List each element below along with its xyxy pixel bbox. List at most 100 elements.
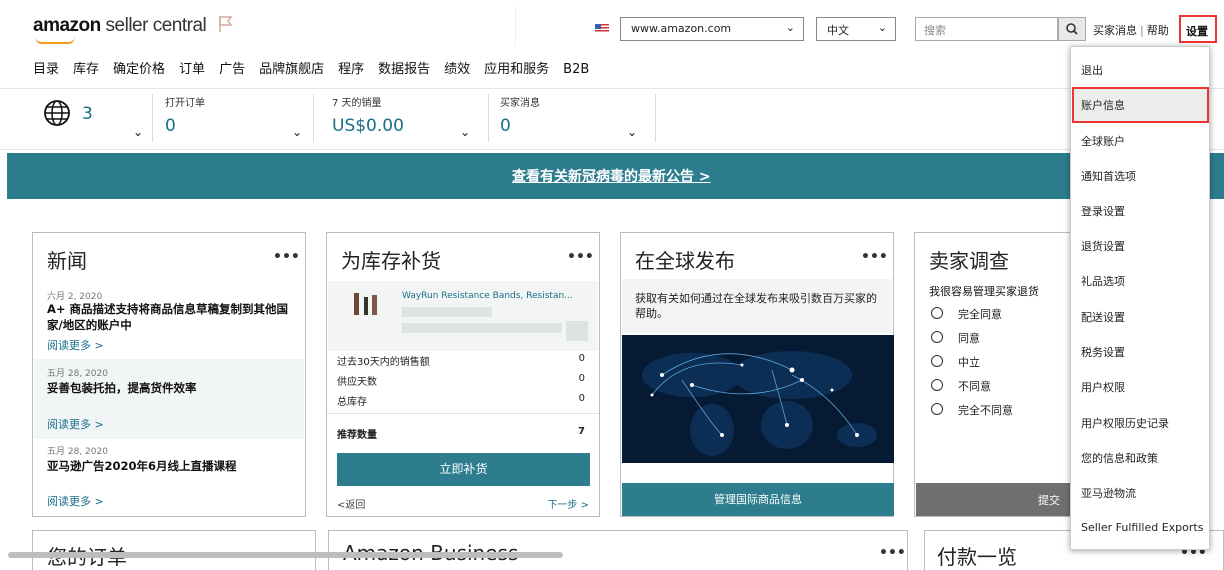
nav-item[interactable]: 订单 <box>179 62 205 77</box>
more-options-icon[interactable]: ••• <box>567 249 594 265</box>
manage-international-listings-button[interactable]: 管理国际商品信息 <box>622 483 894 516</box>
news-card: 新闻 ••• 六月 2, 2020 A+ 商品描述支持将商品信息草稿复制到其他国… <box>32 232 306 517</box>
radio-disagree[interactable] <box>931 379 943 391</box>
more-options-icon[interactable]: ••• <box>273 249 300 265</box>
marketplace-select[interactable]: www.amazon.com ⌄ <box>620 17 804 41</box>
global-text: 获取有关如何通过在全球发布来吸引数百万买家的帮助。 <box>635 292 877 320</box>
nav-item[interactable]: B2B <box>563 62 589 77</box>
recommended-qty-value: 7 <box>578 426 585 437</box>
buyer-messages-link[interactable]: 买家消息 <box>1093 24 1137 37</box>
radio-agree[interactable] <box>931 331 943 343</box>
next-link[interactable]: 下一步 > <box>547 496 589 511</box>
radio-strongly-agree[interactable] <box>931 307 943 319</box>
product-thumbnail <box>354 293 377 315</box>
blurred-text <box>402 307 492 317</box>
survey-title: 卖家调查 <box>929 249 1009 273</box>
nav-item[interactable]: 绩效 <box>444 62 470 77</box>
settings-menu-item[interactable]: 税务设置 <box>1081 344 1125 360</box>
nav-item[interactable]: 程序 <box>338 62 364 77</box>
nav-item[interactable]: 目录 <box>33 62 59 77</box>
settings-menu-item[interactable]: 亚马逊物流 <box>1081 485 1136 501</box>
settings-menu-item[interactable]: 退出 <box>1081 62 1103 78</box>
global-title: 在全球发布 <box>635 249 735 273</box>
open-orders-label: 打开订单 <box>165 98 205 109</box>
search-button[interactable] <box>1058 17 1086 41</box>
world-map-image <box>622 335 894 463</box>
orders-card: 您的订单 <box>32 530 316 570</box>
product-title[interactable]: WayRun Resistance Bands, Resistan... <box>402 291 573 301</box>
settings-menu-item[interactable]: 配送设置 <box>1081 309 1125 325</box>
settings-link[interactable]: 设置 <box>1179 15 1217 43</box>
restock-title: 为库存补货 <box>341 249 441 273</box>
option-label: 完全不同意 <box>958 404 1013 417</box>
flag-icon[interactable] <box>217 15 235 33</box>
covid-announcement-link[interactable]: 查看有关新冠病毒的最新公告 > <box>512 166 711 186</box>
more-options-icon[interactable]: ••• <box>879 545 906 561</box>
news-headline[interactable]: 妥善包装托拍，提高货件效率 <box>47 380 302 396</box>
read-more-link[interactable]: 阅读更多 > <box>47 337 104 353</box>
open-orders-value[interactable]: 0 <box>165 116 176 136</box>
logo-smile <box>35 37 75 44</box>
amazon-seller-central-logo[interactable]: amazon seller central <box>33 15 207 37</box>
product-row[interactable]: WayRun Resistance Bands, Resistan... <box>328 281 598 351</box>
chevron-down-icon[interactable]: ⌄ <box>292 125 302 139</box>
buyer-messages-label: 买家消息 <box>500 98 540 109</box>
settings-menu-item[interactable]: 退货设置 <box>1081 238 1125 254</box>
help-link[interactable]: 帮助 <box>1147 24 1169 37</box>
sales-value[interactable]: US$0.00 <box>332 116 404 136</box>
chevron-down-icon[interactable]: ⌄ <box>460 125 470 139</box>
news-date: 五月 28, 2020 <box>47 369 108 379</box>
news-headline[interactable]: 亚马逊广告2020年6月线上直播课程 <box>47 458 302 474</box>
globe-icon[interactable] <box>43 99 71 127</box>
submit-button[interactable]: 提交 <box>1038 492 1060 508</box>
nav-item[interactable]: 品牌旗舰店 <box>259 62 324 77</box>
option-label: 中立 <box>958 356 980 369</box>
sales-label: 7 天的销量 <box>332 98 382 109</box>
settings-menu-item[interactable]: 全球账户 <box>1081 133 1125 149</box>
chevron-down-icon: ⌄ <box>785 21 795 34</box>
global-selling-card: 在全球发布 ••• 获取有关如何通过在全球发布来吸引数百万买家的帮助。 管理国际… <box>620 232 894 517</box>
settings-menu-item[interactable]: 通知首选项 <box>1081 168 1136 184</box>
divider <box>152 94 153 142</box>
nav-item[interactable]: 数据报告 <box>378 62 430 77</box>
back-link[interactable]: <返回 <box>337 496 365 511</box>
chevron-down-icon[interactable]: ⌄ <box>133 125 143 139</box>
amazon-business-card: Amazon Business ••• <box>328 530 908 570</box>
language-select[interactable]: 中文 ⌄ <box>816 17 896 41</box>
read-more-link[interactable]: 阅读更多 > <box>47 493 104 509</box>
restock-now-button[interactable]: 立即补货 <box>337 453 590 486</box>
main-nav: 目录 库存 确定价格 订单 广告 品牌旗舰店 程序 数据报告 绩效 应用和服务 B2B <box>33 58 603 77</box>
chevron-down-icon[interactable]: ⌄ <box>627 125 637 139</box>
sales-30d-label: 过去30天内的销售额 <box>337 357 430 368</box>
horizontal-scrollbar[interactable] <box>8 552 563 558</box>
settings-menu-item[interactable]: Seller Fulfilled Exports <box>1081 521 1203 534</box>
nav-item[interactable]: 广告 <box>219 62 245 77</box>
more-options-icon[interactable]: ••• <box>861 249 888 265</box>
read-more-link[interactable]: 阅读更多 > <box>47 416 104 432</box>
divider <box>313 94 314 142</box>
radio-neutral[interactable] <box>931 355 943 367</box>
nav-item[interactable]: 确定价格 <box>113 62 165 77</box>
settings-menu-item[interactable]: 礼品选项 <box>1081 273 1125 289</box>
divider <box>515 6 516 46</box>
settings-menu-item[interactable]: 用户权限 <box>1081 379 1125 395</box>
news-date: 五月 28, 2020 <box>47 447 108 457</box>
news-title: 新闻 <box>47 249 87 273</box>
blurred-image <box>566 321 588 341</box>
settings-menu-item[interactable]: 登录设置 <box>1081 203 1125 219</box>
buyer-messages-value[interactable]: 0 <box>500 116 511 136</box>
news-headline[interactable]: A+ 商品描述支持将商品信息草稿复制到其他国家/地区的账户中 <box>47 301 302 333</box>
settings-menu-item[interactable]: 您的信息和政策 <box>1081 450 1158 466</box>
search-input[interactable]: 搜索 <box>915 17 1058 41</box>
radio-strongly-disagree[interactable] <box>931 403 943 415</box>
nav-item[interactable]: 库存 <box>73 62 99 77</box>
survey-question: 我很容易管理买家退货 <box>929 285 1039 298</box>
option-label: 同意 <box>958 332 980 345</box>
settings-menu-item[interactable]: 用户权限历史记录 <box>1081 415 1169 431</box>
settings-menu-item[interactable]: 账户信息 <box>1081 97 1125 113</box>
nav-item[interactable]: 应用和服务 <box>484 62 549 77</box>
restock-card: 为库存补货 ••• WayRun Resistance Bands, Resis… <box>326 232 600 517</box>
divider <box>488 94 489 142</box>
days-supply-value: 0 <box>578 373 585 384</box>
settings-menu: 退出账户信息全球账户通知首选项登录设置退货设置礼品选项配送设置税务设置用户权限用… <box>1070 46 1210 550</box>
